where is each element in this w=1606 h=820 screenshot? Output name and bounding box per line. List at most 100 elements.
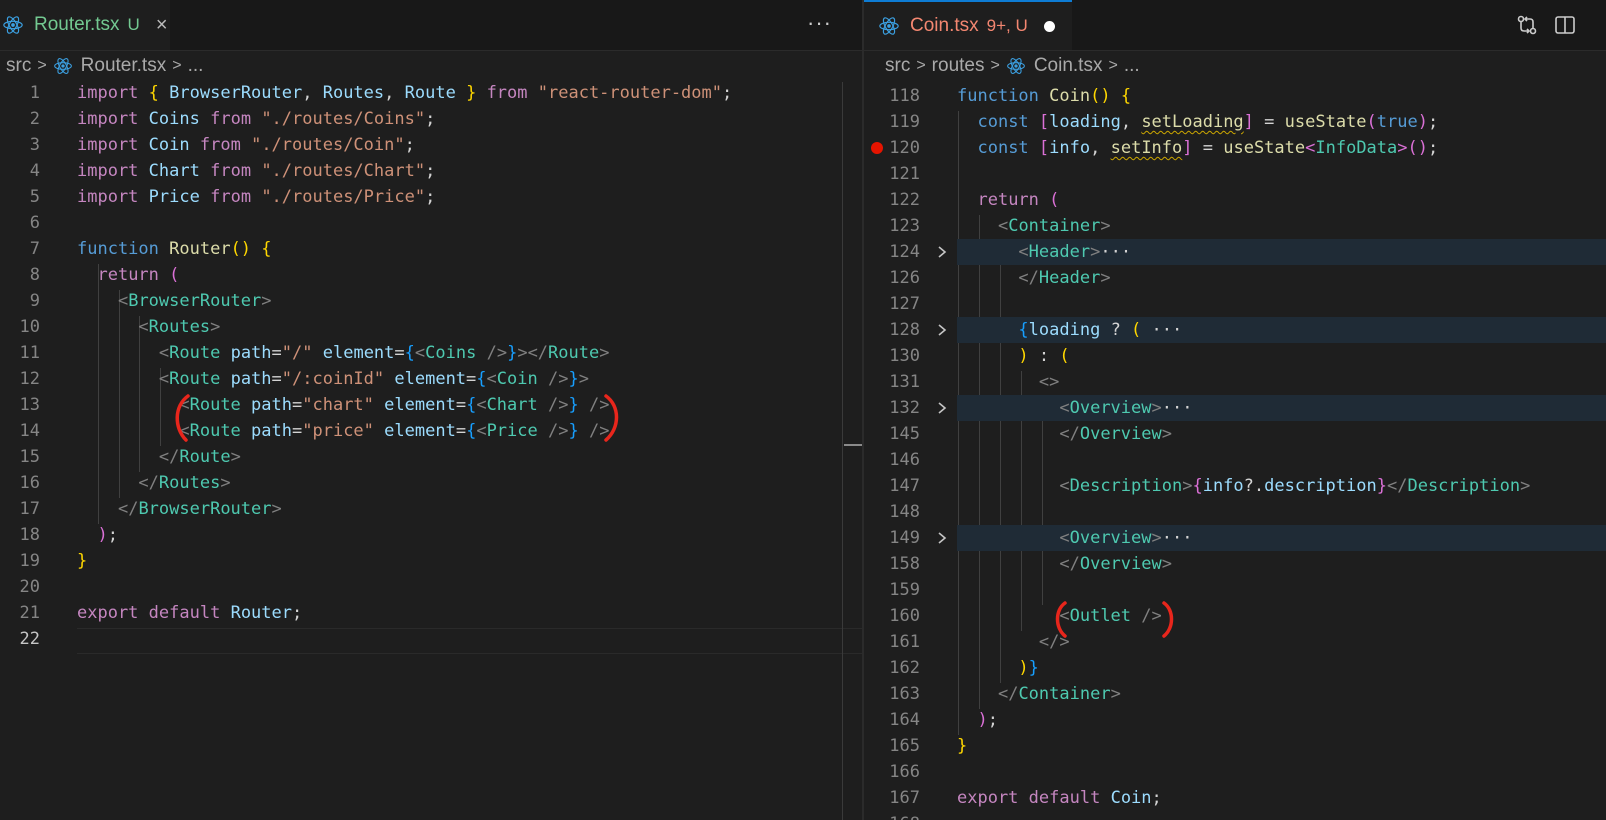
code-line[interactable]: 121 (864, 161, 1606, 187)
code-line[interactable]: 10 <Routes> (0, 314, 862, 340)
code-line[interactable]: 21 export default Router; (0, 600, 862, 626)
code-line[interactable]: 147 <Description>{info?.description}</De… (864, 473, 1606, 499)
code-line[interactable]: 159 (864, 577, 1606, 603)
tab-router-tsx[interactable]: Router.tsx U × (0, 0, 170, 50)
code-token: ( (169, 265, 180, 285)
code-token: element (394, 369, 467, 389)
code-line[interactable]: 163 </Container> (864, 681, 1606, 707)
code-line[interactable]: 22 (0, 626, 862, 652)
code-line[interactable]: 168 (864, 811, 1606, 820)
code-token: element (384, 395, 456, 415)
code-line[interactable]: 164 ); (864, 707, 1606, 733)
code-line[interactable]: 122 return ( (864, 187, 1606, 213)
code-token: ; (292, 603, 303, 623)
chevron-right-icon: > (990, 57, 1000, 74)
code-editor[interactable]: 118 function Coin() {119 const [loading, … (864, 85, 1606, 820)
line-number: 2 (29, 109, 40, 129)
code-token: path (251, 421, 292, 441)
code-line[interactable]: 18 ); (0, 522, 862, 548)
line-number: 149 (889, 528, 920, 548)
unsaved-dot-icon[interactable] (1043, 20, 1055, 32)
code-line[interactable]: 9 <BrowserRouter> (0, 288, 862, 314)
tab-label: Coin.tsx (910, 15, 979, 36)
code-line[interactable]: 14 <Route path="price" element={<Price /… (0, 418, 862, 444)
code-token: > (1182, 476, 1193, 496)
code-line[interactable]: 165} (864, 733, 1606, 759)
open-changes-icon[interactable] (1516, 14, 1538, 36)
code-line[interactable]: 12 <Route path="/:coinId" element={<Coin… (0, 366, 862, 392)
code-line[interactable]: 6 (0, 210, 862, 236)
line-number: 148 (889, 502, 920, 522)
code-line[interactable]: 128 {loading ? ( ··· (864, 317, 1606, 343)
code-line[interactable]: 161 </> (864, 629, 1606, 655)
breadcrumb-item-file[interactable]: Coin.tsx (1034, 55, 1103, 77)
code-line[interactable]: 17 </BrowserRouter> (0, 496, 862, 522)
code-line[interactable]: 126 </Header> (864, 265, 1606, 291)
code-token: ··· (1100, 242, 1132, 262)
code-line[interactable]: 167 export default Coin; (864, 785, 1606, 811)
code-line[interactable]: 16 </Routes> (0, 470, 862, 496)
code-line[interactable]: 123 <Container> (864, 213, 1606, 239)
code-line[interactable]: 15 </Route> (0, 444, 862, 470)
code-editor[interactable]: 1 import { BrowserRouter, Routes, Route }… (0, 82, 862, 820)
tab-coin-tsx[interactable]: Coin.tsx 9+, U (864, 0, 1072, 50)
code-line[interactable]: 118 function Coin() { (864, 83, 1606, 109)
code-line[interactable]: 146 (864, 447, 1606, 473)
code-line[interactable]: 1 import { BrowserRouter, Routes, Route }… (0, 80, 862, 106)
code-token: Overview (1069, 528, 1152, 548)
code-line[interactable]: 166 (864, 759, 1606, 785)
code-line[interactable]: 145 </Overview> (864, 421, 1606, 447)
breadcrumb-item-src[interactable]: src (6, 55, 31, 77)
code-token: Coin (1110, 788, 1152, 808)
code-line[interactable]: 132 <Overview>··· (864, 395, 1606, 421)
code-token: from (486, 83, 528, 103)
code-line[interactable]: 3 import Coin from "./routes/Coin"; (0, 132, 862, 158)
code-line[interactable]: 148 (864, 499, 1606, 525)
code-line[interactable]: 8 return ( (0, 262, 862, 288)
split-editor-icon[interactable] (1554, 14, 1576, 36)
code-line[interactable]: 11 <Route path="/" element={<Coins />}><… (0, 340, 862, 366)
code-line[interactable]: 149 <Overview>··· (864, 525, 1606, 551)
code-token: import (77, 187, 139, 207)
code-line[interactable]: 119 const [loading, setLoading] = useSta… (864, 109, 1606, 135)
breadcrumb-item-routes[interactable]: routes (932, 55, 985, 77)
code-line[interactable]: 127 (864, 291, 1606, 317)
code-token: ; (1427, 112, 1439, 132)
code-token: path (230, 343, 272, 363)
breadcrumb-item-file[interactable]: Router.tsx (81, 55, 167, 77)
code-line[interactable]: 5 import Price from "./routes/Price"; (0, 184, 862, 210)
code-line[interactable]: 124 <Header>··· (864, 239, 1606, 265)
code-text: ); (77, 522, 118, 548)
code-line[interactable]: 131 <> (864, 369, 1606, 395)
code-token: Header (1038, 268, 1101, 288)
code-line[interactable]: 19} (0, 548, 862, 574)
code-token: ] (1243, 112, 1254, 132)
code-line[interactable]: 160 <Outlet /> (864, 603, 1606, 629)
code-line[interactable]: 2 import Coins from "./routes/Coins"; (0, 106, 862, 132)
code-token: function (957, 86, 1039, 106)
more-actions-button[interactable]: ··· (807, 10, 832, 36)
code-token: function (77, 239, 159, 259)
code-token: export (957, 788, 1019, 808)
line-number: 126 (889, 268, 920, 288)
code-line[interactable]: 158 </Overview> (864, 551, 1606, 577)
code-line[interactable]: 4 import Chart from "./routes/Chart"; (0, 158, 862, 184)
code-text: </Route> (77, 444, 241, 470)
code-line[interactable]: 20 (0, 574, 862, 600)
breadcrumb-item-symbols[interactable]: ... (188, 55, 204, 77)
breadcrumb-item-src[interactable]: src (885, 55, 910, 77)
code-token: } (568, 395, 579, 415)
code-line[interactable]: 130 ) : ( (864, 343, 1606, 369)
code-line[interactable]: 7 function Router() { (0, 236, 862, 262)
code-line[interactable]: 13 <Route path="chart" element={<Chart /… (0, 392, 862, 418)
code-line[interactable]: 120 const [info, setInfo] = useState<Inf… (864, 135, 1606, 161)
code-line[interactable]: 162 )} (864, 655, 1606, 681)
breadcrumb-item-symbols[interactable]: ... (1124, 55, 1140, 77)
close-icon[interactable]: × (156, 14, 168, 37)
